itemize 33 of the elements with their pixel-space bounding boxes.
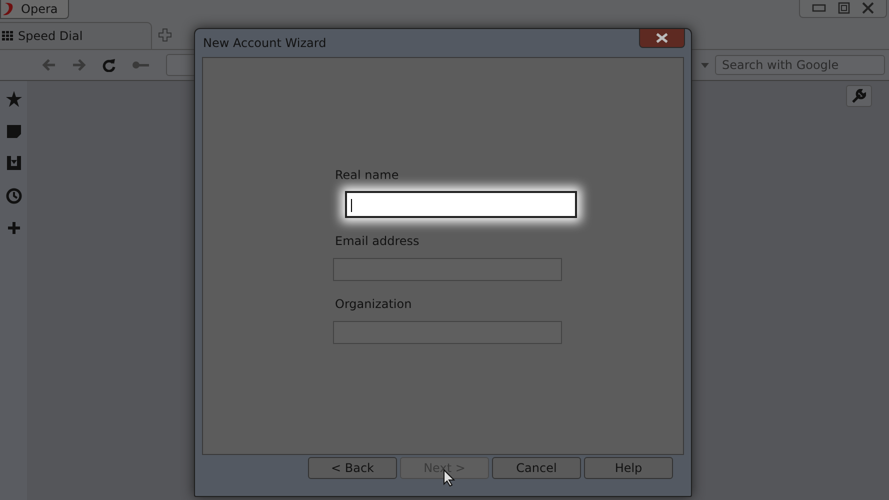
wrench-icon: [852, 89, 866, 103]
field-label: Real name: [335, 168, 400, 182]
close-icon: [656, 33, 668, 43]
key-icon[interactable]: [132, 60, 150, 70]
minimize-icon[interactable]: [812, 4, 826, 12]
grid-icon: [2, 31, 14, 41]
plus-icon[interactable]: [8, 222, 20, 234]
search-field[interactable]: Search with Google: [715, 55, 885, 75]
download-icon[interactable]: [6, 156, 20, 170]
dialog-button[interactable]: Help: [584, 457, 673, 479]
input-field[interactable]: [345, 191, 577, 218]
close-button[interactable]: [639, 29, 685, 48]
field-label: Organization: [335, 297, 413, 311]
clock-icon[interactable]: [6, 188, 22, 204]
menu-button[interactable]: Opera: [0, 0, 69, 19]
input-field[interactable]: [333, 321, 562, 344]
logo-icon: [3, 2, 15, 16]
field-label: Email address: [335, 234, 420, 248]
tab[interactable]: Speed Dial: [0, 22, 152, 49]
input-field[interactable]: [333, 258, 562, 281]
back-arrow-icon[interactable]: [42, 59, 56, 71]
dialog-button[interactable]: < Back: [308, 457, 397, 479]
note-icon[interactable]: [6, 125, 20, 138]
close-icon[interactable]: [862, 2, 874, 14]
forward-arrow-icon[interactable]: [72, 59, 86, 71]
maximize-icon[interactable]: [838, 2, 850, 14]
window-title: New Account Wizard: [203, 36, 326, 50]
reload-icon[interactable]: [102, 58, 116, 72]
dialog-button[interactable]: Cancel: [492, 457, 581, 479]
star-icon[interactable]: [6, 91, 22, 107]
new-tab-icon[interactable]: [158, 28, 172, 42]
dropdown-arrow-icon[interactable]: [701, 62, 709, 68]
settings-button[interactable]: [846, 85, 872, 107]
